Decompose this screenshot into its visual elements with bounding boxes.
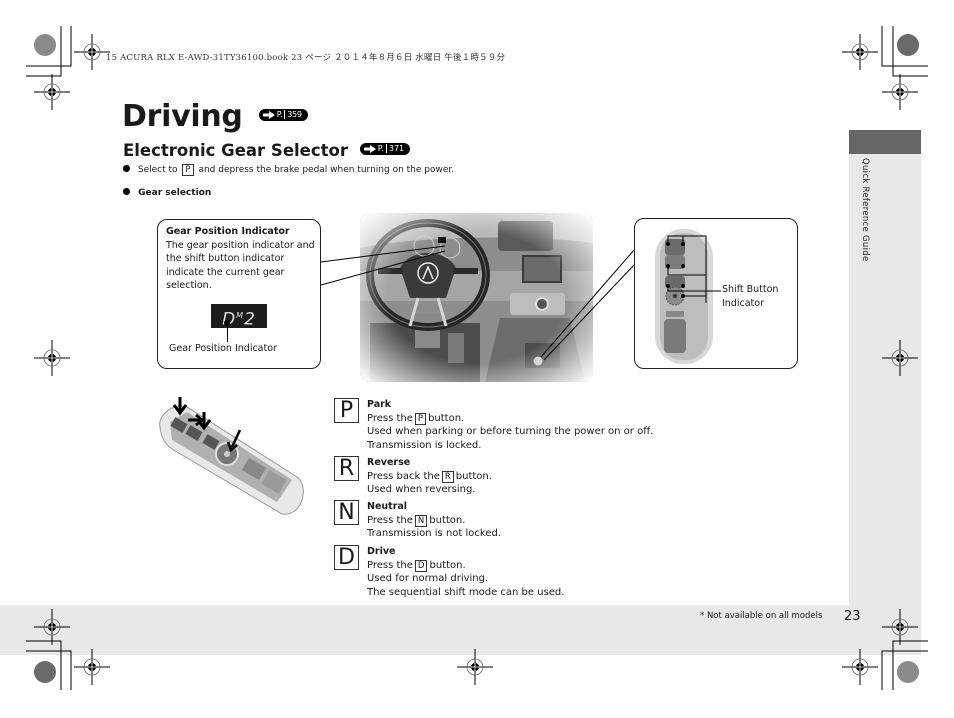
- target-circle-icon: [34, 34, 56, 56]
- target-circle-icon: [897, 34, 919, 56]
- target-circle-icon: [34, 661, 56, 683]
- target-circle-icon: [897, 661, 919, 683]
- color-targets: [34, 34, 919, 683]
